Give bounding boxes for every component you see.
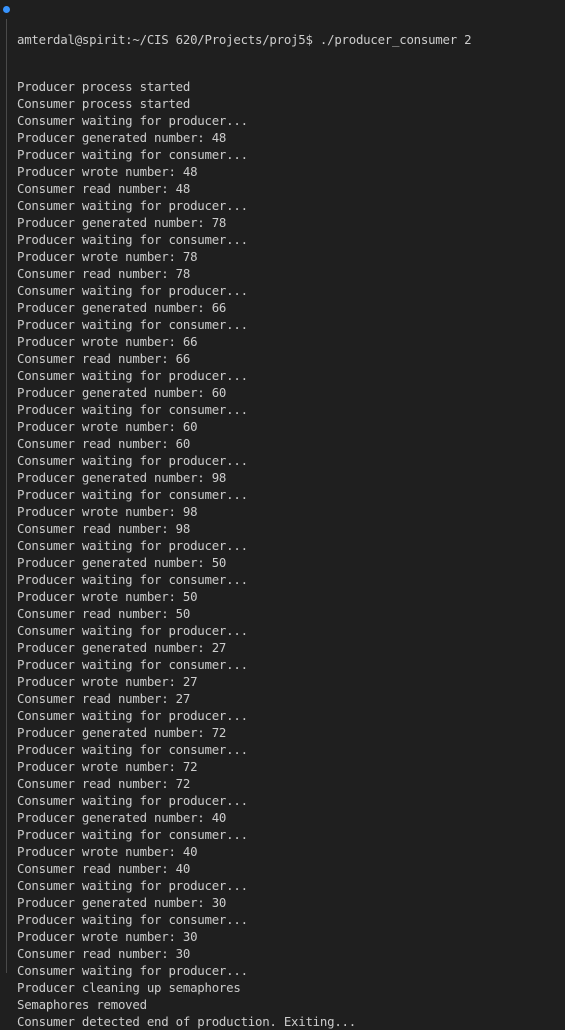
terminal-output-line: Consumer waiting for producer... — [17, 538, 248, 553]
terminal-output-line: Consumer waiting for producer... — [17, 793, 248, 808]
terminal-output-line: Producer generated number: 30 — [17, 895, 227, 910]
terminal-panel[interactable]: amterdal@spirit:~/CIS 620/Projects/proj5… — [0, 0, 565, 1029]
terminal-output-line: Consumer read number: 40 — [17, 861, 191, 876]
terminal-output-line: Consumer waiting for producer... — [17, 708, 248, 723]
terminal-output-line: Producer wrote number: 30 — [17, 929, 198, 944]
terminal-output-line: Consumer read number: 30 — [17, 946, 191, 961]
command-output-gutter — [6, 19, 7, 973]
terminal-output-line: Producer process started — [17, 79, 191, 94]
terminal-output-line: Producer generated number: 48 — [17, 130, 227, 145]
terminal-output-line: Consumer waiting for producer... — [17, 878, 248, 893]
terminal-output-line: Consumer waiting for producer... — [17, 963, 248, 978]
terminal-output-line: Producer wrote number: 40 — [17, 844, 198, 859]
terminal-output-line: Consumer read number: 27 — [17, 691, 191, 706]
terminal-output-line: Consumer waiting for producer... — [17, 368, 248, 383]
terminal-output-line: Consumer read number: 48 — [17, 181, 191, 196]
terminal-output-line: Producer waiting for consumer... — [17, 232, 248, 247]
terminal-output-line: Consumer detected end of production. Exi… — [17, 1014, 356, 1029]
terminal-output-line: Consumer read number: 50 — [17, 606, 191, 621]
terminal-output-line: Producer waiting for consumer... — [17, 827, 248, 842]
terminal-output-line: Consumer read number: 98 — [17, 521, 191, 536]
terminal-output-line: Consumer waiting for producer... — [17, 623, 248, 638]
terminal-scrollbar[interactable] — [561, 0, 565, 973]
terminal-output-line: Producer waiting for consumer... — [17, 402, 248, 417]
terminal-output-line: Consumer read number: 60 — [17, 436, 191, 451]
terminal-output-line: Consumer waiting for producer... — [17, 283, 248, 298]
terminal-output-line: Producer wrote number: 78 — [17, 249, 198, 264]
terminal-output-line: Producer wrote number: 72 — [17, 759, 198, 774]
terminal-output-line: Producer generated number: 50 — [17, 555, 227, 570]
terminal-output-line: Consumer waiting for producer... — [17, 113, 248, 128]
terminal-output-line: Producer cleaning up semaphores — [17, 980, 241, 995]
terminal-output-line: Consumer read number: 78 — [17, 266, 191, 281]
terminal-output-line: Producer generated number: 40 — [17, 810, 227, 825]
terminal-output-line: Semaphores removed — [17, 997, 147, 1012]
terminal-output-line: Producer wrote number: 98 — [17, 504, 198, 519]
command-prompt-line: amterdal@spirit:~/CIS 620/Projects/proj5… — [17, 32, 472, 47]
terminal-output-line: Producer waiting for consumer... — [17, 912, 248, 927]
terminal-output-line: Producer wrote number: 50 — [17, 589, 198, 604]
terminal-output-line: Producer waiting for consumer... — [17, 572, 248, 587]
terminal-output-line: Producer wrote number: 66 — [17, 334, 198, 349]
terminal-output-line: Producer wrote number: 27 — [17, 674, 198, 689]
terminal-output-line: Producer generated number: 98 — [17, 470, 227, 485]
terminal-output-line: Producer waiting for consumer... — [17, 317, 248, 332]
terminal-output-line: Consumer process started — [17, 96, 191, 111]
terminal-output-line: Consumer waiting for producer... — [17, 198, 248, 213]
terminal-output[interactable]: amterdal@spirit:~/CIS 620/Projects/proj5… — [17, 1, 565, 1030]
command-status-dot-icon[interactable] — [3, 6, 10, 13]
terminal-output-line: Producer waiting for consumer... — [17, 487, 248, 502]
terminal-output-line: Producer wrote number: 60 — [17, 419, 198, 434]
terminal-output-line: Producer generated number: 72 — [17, 725, 227, 740]
terminal-output-line: Producer wrote number: 48 — [17, 164, 198, 179]
terminal-output-line: Producer generated number: 66 — [17, 300, 227, 315]
terminal-output-line: Producer generated number: 60 — [17, 385, 227, 400]
terminal-output-line: Consumer read number: 72 — [17, 776, 191, 791]
terminal-output-line: Producer waiting for consumer... — [17, 742, 248, 757]
terminal-output-line: Producer generated number: 78 — [17, 215, 227, 230]
terminal-output-line: Consumer read number: 66 — [17, 351, 191, 366]
terminal-output-line: Consumer waiting for producer... — [17, 453, 248, 468]
terminal-output-line: Producer generated number: 27 — [17, 640, 227, 655]
terminal-output-line: Producer waiting for consumer... — [17, 657, 248, 672]
terminal-output-line: Producer waiting for consumer... — [17, 147, 248, 162]
